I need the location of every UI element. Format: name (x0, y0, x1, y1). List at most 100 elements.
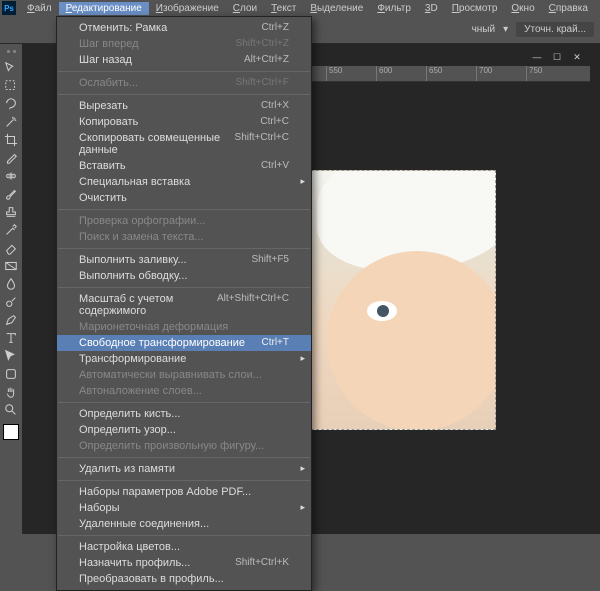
menu-separator (58, 94, 310, 95)
maximize-icon[interactable]: ☐ (550, 51, 564, 63)
menu-item-label: Ослабить... (79, 77, 138, 89)
toolbox-handle[interactable] (2, 50, 20, 56)
menu-item-label: Масштаб с учетом содержимого (79, 293, 217, 317)
menu-separator (58, 209, 310, 210)
menu-справка[interactable]: Справка (542, 2, 595, 15)
menu-item-label: Копировать (79, 116, 138, 128)
minimize-icon[interactable]: — (530, 51, 544, 63)
menubar: Ps ФайлРедактированиеИзображениеСлоиТекс… (0, 0, 600, 16)
menu-item[interactable]: Шаг назадAlt+Ctrl+Z (57, 52, 311, 68)
menu-item[interactable]: Масштаб с учетом содержимогоAlt+Shift+Ct… (57, 291, 311, 319)
tool-pen[interactable] (2, 311, 20, 329)
tool-shape[interactable] (2, 365, 20, 383)
menu-item-label: Автоналожение слоев... (79, 385, 202, 397)
menu-item-label: Отменить: Рамка (79, 22, 167, 34)
tool-blur[interactable] (2, 275, 20, 293)
edit-menu-dropdown: Отменить: Рамка Ctrl+Z Шаг впередShift+Ctr… (56, 16, 312, 591)
menu-item-shortcut: Shift+Ctrl+C (235, 132, 289, 156)
menu-separator (58, 535, 310, 536)
tool-move[interactable] (2, 59, 20, 77)
tool-crop[interactable] (2, 131, 20, 149)
menu-item[interactable]: Настройка цветов... (57, 539, 311, 555)
menu-item[interactable]: Выполнить заливку... Shift+F5 (57, 252, 311, 268)
menu-слои[interactable]: Слои (226, 2, 264, 15)
menu-item: Ослабить...Shift+Ctrl+F (57, 75, 311, 91)
menu-separator (58, 287, 310, 288)
menu-item[interactable]: Специальная вставка (57, 174, 311, 190)
menu-item-label: Скопировать совмещенные данные (79, 132, 235, 156)
menu-item[interactable]: Копировать Ctrl+C (57, 114, 311, 130)
menu-item: Марионеточная деформация (57, 319, 311, 335)
menu-item[interactable]: Определить кисть... (57, 406, 311, 422)
menu-item-label: Марионеточная деформация (79, 321, 228, 333)
menu-3d[interactable]: 3D (418, 2, 445, 15)
menu-item-shortcut: Shift+F5 (251, 254, 289, 266)
tool-path[interactable] (2, 347, 20, 365)
menu-item-shortcut: Alt+Ctrl+Z (244, 54, 289, 66)
menu-item-shortcut: Shift+Ctrl+Z (236, 38, 289, 50)
menu-фильтр[interactable]: Фильтр (370, 2, 418, 15)
blend-mode-fragment[interactable]: чный (472, 24, 496, 35)
color-swatch[interactable] (3, 424, 19, 440)
tool-marquee[interactable] (2, 77, 20, 95)
menu-item[interactable]: Определить узор... (57, 422, 311, 438)
menu-текст[interactable]: Текст (264, 2, 303, 15)
ruler-mark: 600 (376, 66, 426, 81)
menu-изображение[interactable]: Изображение (149, 2, 226, 15)
menu-separator (58, 457, 310, 458)
tool-stamp[interactable] (2, 203, 20, 221)
menu-item-label: Удаленные соединения... (79, 518, 209, 530)
menu-item[interactable]: Очистить (57, 190, 311, 206)
menu-item-label: Преобразовать в профиль... (79, 573, 224, 585)
menu-файл[interactable]: Файл (20, 2, 59, 15)
menu-item[interactable]: Выполнить обводку... (57, 268, 311, 284)
tool-eyedropper[interactable] (2, 149, 20, 167)
tool-lasso[interactable] (2, 95, 20, 113)
tool-eraser[interactable] (2, 239, 20, 257)
menu-item[interactable]: ВставитьCtrl+V (57, 158, 311, 174)
tool-type[interactable] (2, 329, 20, 347)
menu-редактирование[interactable]: Редактирование (59, 2, 149, 15)
menu-item[interactable]: Трансформирование (57, 351, 311, 367)
menu-item[interactable]: Назначить профиль...Shift+Ctrl+K (57, 555, 311, 571)
tool-hand[interactable] (2, 383, 20, 401)
menu-item[interactable]: Наборы (57, 500, 311, 516)
ruler-mark: 700 (476, 66, 526, 81)
menu-separator (58, 402, 310, 403)
menu-separator (58, 248, 310, 249)
menu-item[interactable]: Скопировать совмещенные данныеShift+Ctrl… (57, 130, 311, 158)
menu-item-label: Выполнить заливку... (79, 254, 187, 266)
menu-item[interactable]: ВырезатьCtrl+X (57, 98, 311, 114)
menu-item-shortcut: Ctrl+C (260, 116, 289, 128)
ruler-mark: 650 (426, 66, 476, 81)
close-icon[interactable]: ✕ (570, 51, 584, 63)
menu-просмотр[interactable]: Просмотр (445, 2, 505, 15)
menu-item[interactable]: Отменить: Рамка Ctrl+Z (57, 20, 311, 36)
refine-edge-button[interactable]: Уточн. край... (516, 22, 594, 37)
menu-выделение[interactable]: Выделение (303, 2, 370, 15)
tool-brush[interactable] (2, 185, 20, 203)
menu-item-shortcut: Shift+Ctrl+K (235, 557, 289, 569)
tool-history[interactable] (2, 221, 20, 239)
tool-wand[interactable] (2, 113, 20, 131)
menu-item[interactable]: Удаленные соединения... (57, 516, 311, 532)
menu-item-label: Выполнить обводку... (79, 270, 187, 282)
menu-item-shortcut: Alt+Shift+Ctrl+C (217, 293, 289, 317)
menu-item[interactable]: Преобразовать в профиль... (57, 571, 311, 587)
menu-item-label: Проверка орфографии... (79, 215, 205, 227)
menu-item-label: Специальная вставка (79, 176, 190, 188)
menu-item-label: Настройка цветов... (79, 541, 180, 553)
tool-dodge[interactable] (2, 293, 20, 311)
menu-item: Шаг впередShift+Ctrl+Z (57, 36, 311, 52)
tool-heal[interactable] (2, 167, 20, 185)
menu-item[interactable]: Наборы параметров Adobe PDF... (57, 484, 311, 500)
ruler-mark: 750 (526, 66, 576, 81)
menu-item-label: Трансформирование (79, 353, 186, 365)
menu-item[interactable]: Свободное трансформированиеCtrl+T (57, 335, 311, 351)
tool-gradient[interactable] (2, 257, 20, 275)
menu-item[interactable]: Удалить из памяти (57, 461, 311, 477)
menu-окно[interactable]: Окно (504, 2, 541, 15)
tool-zoom[interactable] (2, 401, 20, 419)
menu-item-shortcut: Ctrl+Z (262, 22, 290, 34)
ruler-mark: 550 (326, 66, 376, 81)
